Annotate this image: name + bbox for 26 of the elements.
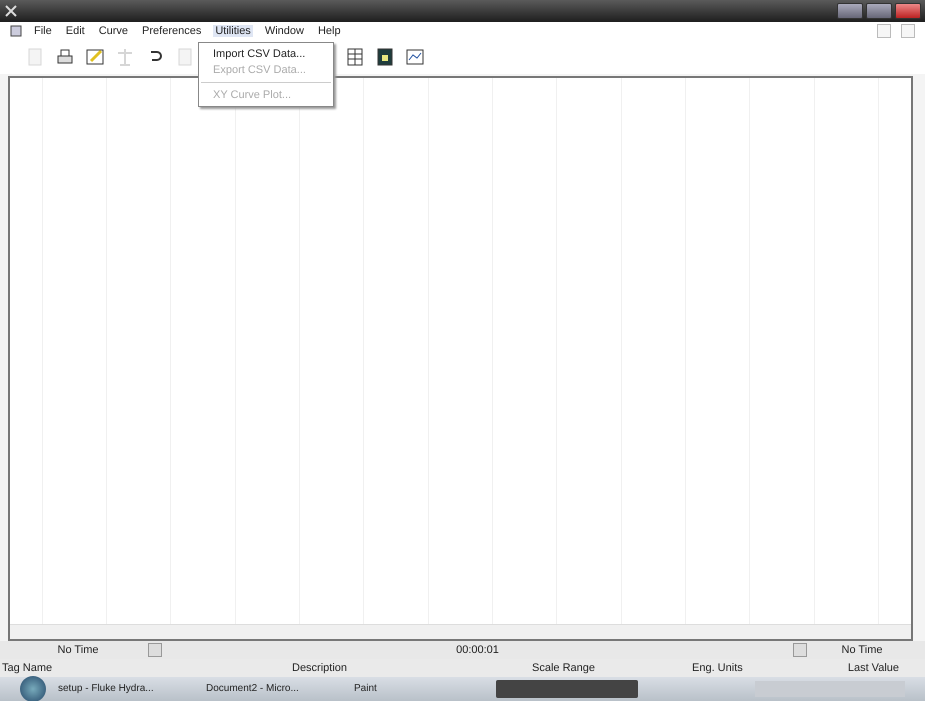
start-time: No Time xyxy=(56,644,100,656)
minimize-button[interactable] xyxy=(837,3,863,19)
app-icon xyxy=(4,4,18,18)
menu-item[interactable]: Window xyxy=(262,25,306,37)
menu-item[interactable]: Preferences xyxy=(140,25,204,37)
start-button[interactable] xyxy=(20,676,46,701)
column-header[interactable]: Last Value xyxy=(832,662,923,674)
menu-item[interactable]: Help xyxy=(316,25,343,37)
menu-item[interactable]: Import CSV Data... xyxy=(199,46,333,62)
time-span: 00:00:01 xyxy=(455,644,500,656)
menu-item[interactable]: File xyxy=(32,25,54,37)
menu-item[interactable]: Utilities xyxy=(213,25,253,37)
taskbar-button[interactable]: setup - Fluke Hydra... xyxy=(52,680,194,698)
taskbar-button[interactable]: Document2 - Micro... xyxy=(200,680,342,698)
document-icon xyxy=(10,25,22,37)
taskbar-button[interactable]: Paint xyxy=(348,680,490,698)
column-header[interactable]: Description xyxy=(292,662,532,674)
column-header[interactable]: Tag Name xyxy=(2,662,292,674)
menu-item[interactable]: Curve xyxy=(96,25,130,37)
maximize-button[interactable] xyxy=(866,3,892,19)
close-button[interactable] xyxy=(895,3,921,19)
column-header[interactable]: Eng. Units xyxy=(692,662,832,674)
end-time: No Time xyxy=(840,644,884,656)
column-header[interactable]: Scale Range xyxy=(532,662,692,674)
menu-item[interactable]: Edit xyxy=(64,25,87,37)
horizontal-scrollbar[interactable] xyxy=(10,624,911,639)
